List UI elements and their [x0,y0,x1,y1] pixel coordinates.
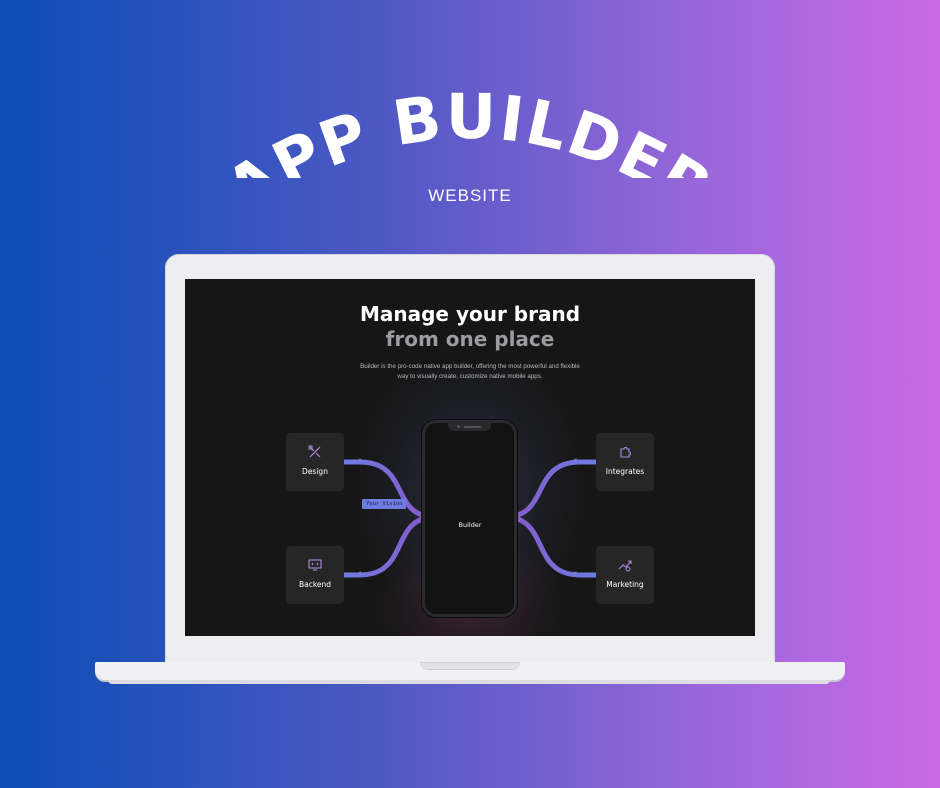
laptop-trackpad-notch [420,662,520,670]
poster-title-text: APP BUILDER [214,80,727,178]
laptop-foot [108,680,830,684]
website-screen: Manage your brand from one place Builder… [185,279,755,636]
node-marketing-label: Marketing [606,580,644,589]
node-marketing[interactable]: Marketing [596,546,654,604]
wire-integrates [504,459,596,520]
node-backend-label: Backend [298,580,332,589]
puzzle-icon [596,445,654,464]
wire-marketing [504,514,596,578]
your-vision-tag: Your Vision [362,499,407,509]
design-tools-icon [286,445,344,464]
chevron-left-icon: « [573,569,578,577]
node-design[interactable]: Design [286,433,344,491]
growth-chart-icon [596,558,654,577]
builder-label: Builder [458,521,482,529]
node-integrates-label: Integrates [605,467,645,476]
node-backend[interactable]: Backend [286,546,344,604]
phone-notch [448,422,491,431]
chevron-right-icon: » [358,569,363,577]
poster-title-arc: APP BUILDER [214,80,727,178]
phone-mockup [422,420,517,617]
node-integrates[interactable]: Integrates [596,433,654,491]
speaker-icon [464,426,481,428]
poster-subtitle: WEBSITE [428,186,512,205]
node-design-label: Design [302,467,328,476]
chevron-left-icon: « [573,456,578,464]
camera-icon [457,425,460,428]
poster-title: APP BUILDER [0,78,940,178]
monitor-code-icon [286,558,344,577]
chevron-right-icon: » [358,456,363,464]
